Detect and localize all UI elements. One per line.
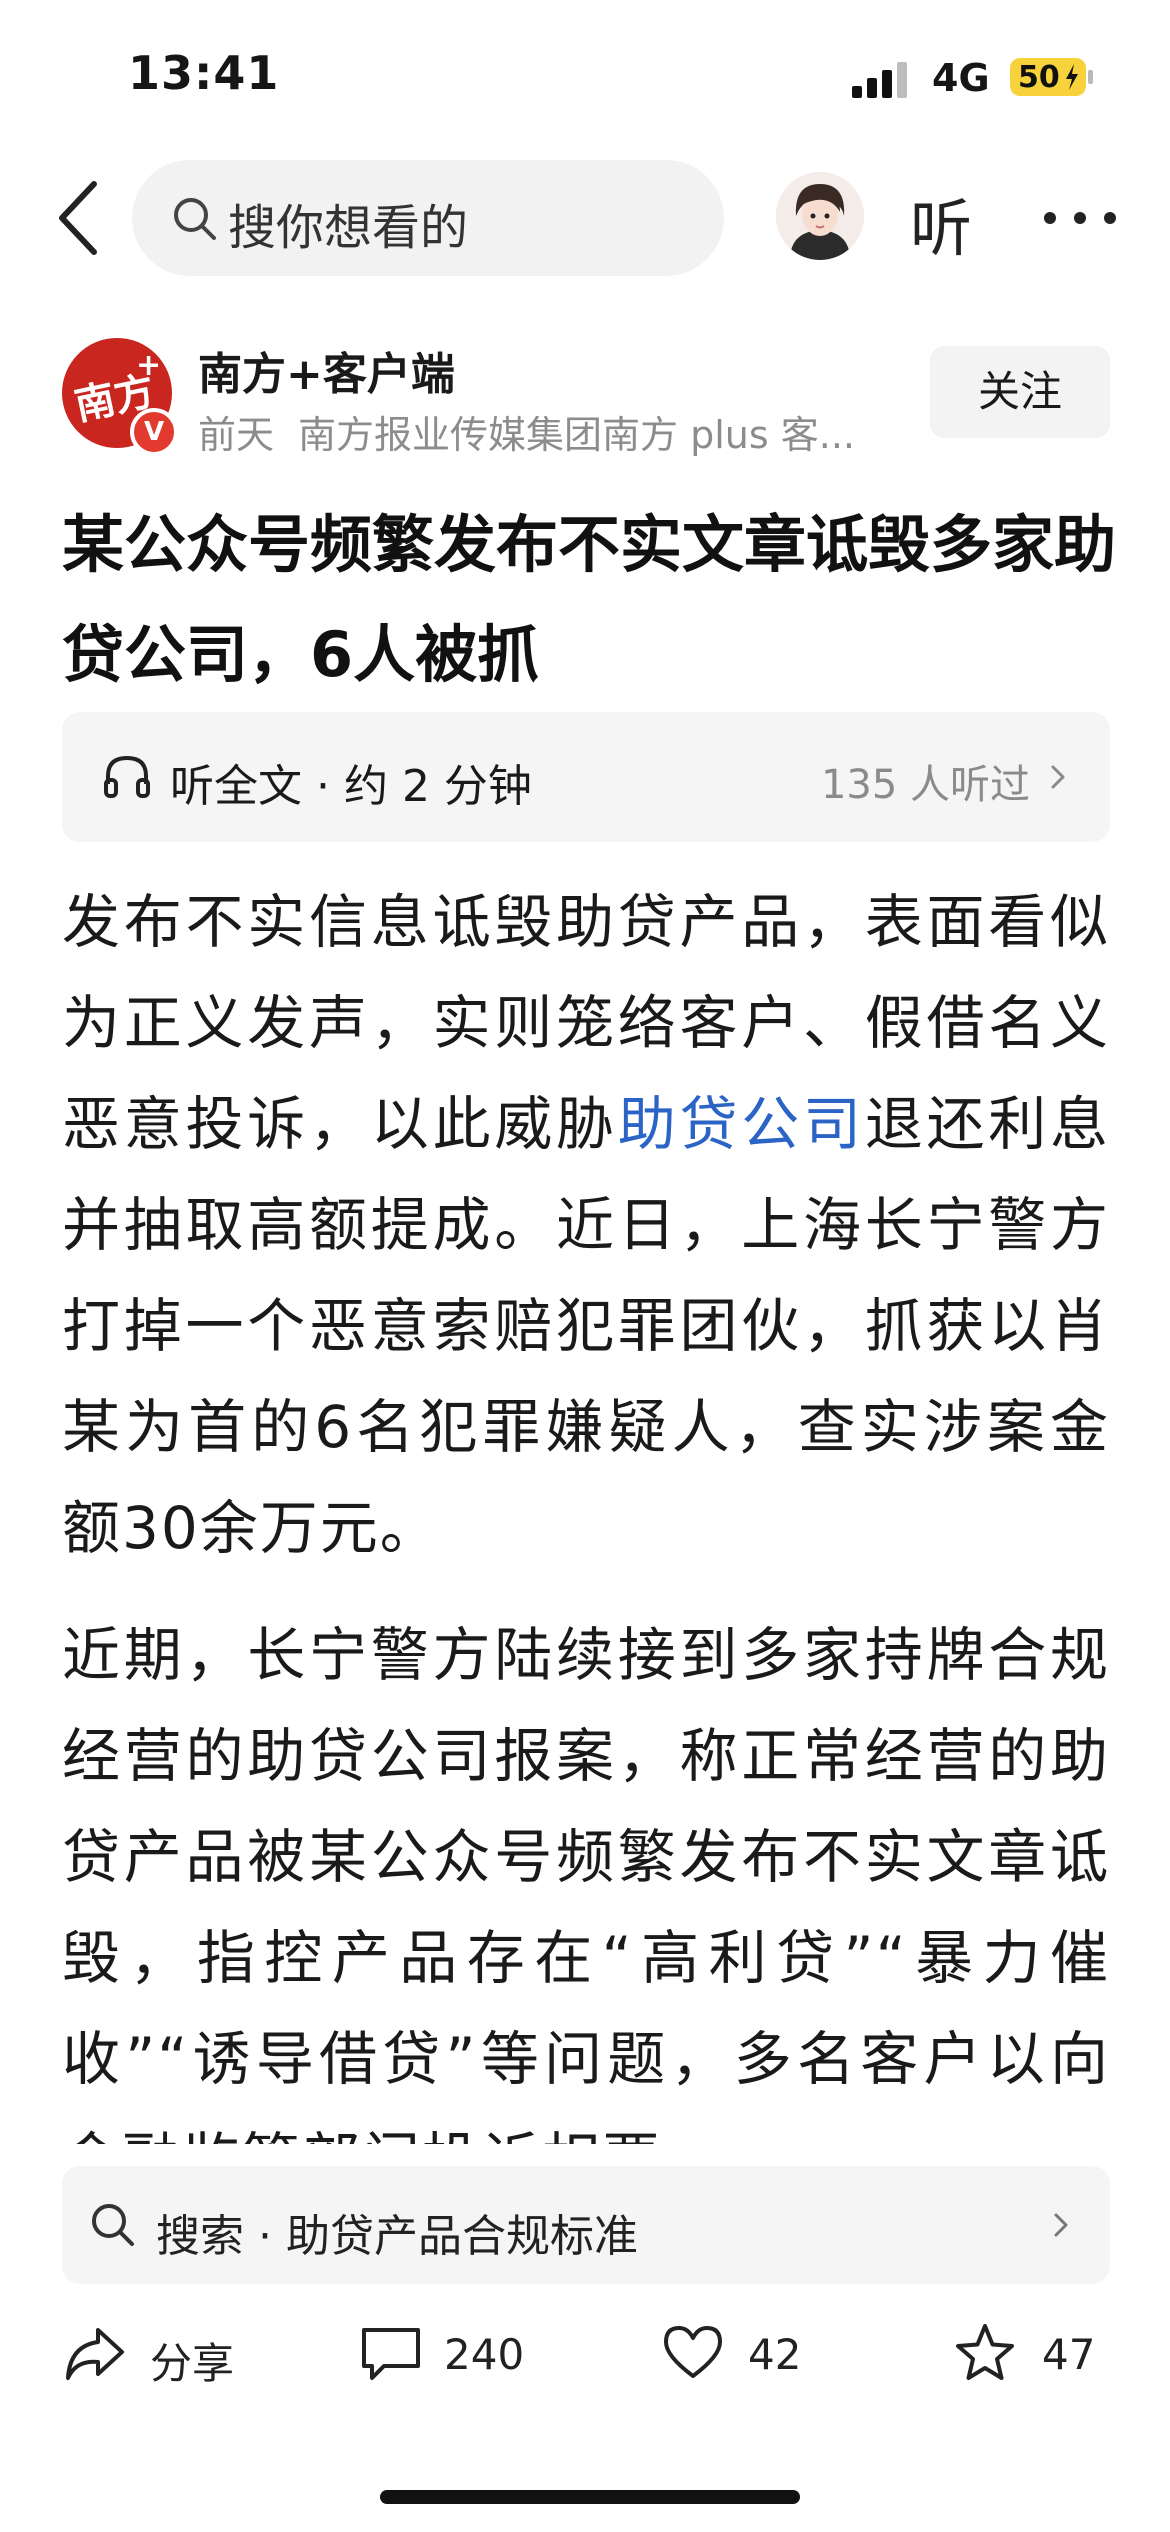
chevron-right-icon <box>1051 765 1065 789</box>
network-type: 4G <box>932 56 990 100</box>
like-count: 42 <box>748 2330 802 2379</box>
comment-button[interactable]: 240 <box>358 2316 558 2396</box>
share-label: 分享 <box>150 2339 235 2388</box>
battery-tip <box>1088 70 1093 84</box>
comment-icon <box>362 2328 420 2380</box>
search-input[interactable]: 搜你想看的 <box>132 160 724 276</box>
home-indicator[interactable] <box>380 2490 800 2504</box>
logo-plus: + <box>136 348 162 383</box>
search-suggestion[interactable]: 搜索 · 助贷产品合规标准 <box>62 2166 1110 2284</box>
author-source: 南方报业传媒集团南方 plus 客... <box>298 413 855 457</box>
paragraph: 近期，长宁警方陆续接到多家持牌合规经营的助贷公司报案，称正常经营的助贷产品被某公… <box>62 1621 1110 2144</box>
verified-badge-icon: V <box>130 408 178 456</box>
favorite-button[interactable]: 47 <box>952 2316 1112 2396</box>
listen-full-text-banner[interactable]: 听全文 · 约 2 分钟 135 人听过 <box>62 712 1110 842</box>
signal-icon <box>852 62 910 98</box>
chevron-right-icon <box>1054 2213 1068 2237</box>
paragraph: 发布不实信息诋毁助贷产品，表面看似为正义发声，实则笼络客户、假借名义恶意投诉，以… <box>62 872 1110 1579</box>
avatar-portrait-icon <box>776 172 864 260</box>
comment-count: 240 <box>444 2330 525 2379</box>
status-time: 13:41 <box>128 46 280 100</box>
author-meta: 前天 南方报业传媒集团南方 plus 客... <box>198 404 898 459</box>
listen-count: 135 人听过 <box>820 762 1030 808</box>
keyword-link[interactable]: 助贷公司 <box>618 1090 865 1158</box>
follow-button[interactable]: 关注 <box>930 346 1110 438</box>
more-icon[interactable] <box>1040 206 1124 230</box>
like-button[interactable]: 42 <box>660 2316 820 2396</box>
star-icon <box>956 2324 1014 2380</box>
headphone-icon <box>104 755 150 798</box>
assistant-avatar[interactable] <box>776 172 864 260</box>
publish-time: 前天 <box>198 413 275 457</box>
listen-label: 听全文 · 约 2 分钟 <box>170 761 532 812</box>
charging-icon <box>1066 64 1078 90</box>
suggestion-text: 搜索 · 助贷产品合规标准 <box>156 2211 638 2262</box>
author-name[interactable]: 南方+客户端 <box>198 338 455 402</box>
listen-button[interactable]: 听 <box>910 178 972 268</box>
search-icon <box>92 2204 134 2246</box>
chevron-left-icon <box>59 181 97 255</box>
article-title: 某公众号频繁发布不实文章诋毁多家助贷公司，6人被抓 <box>62 508 1117 691</box>
favorite-count: 47 <box>1042 2330 1096 2379</box>
battery-level: 50 <box>1018 60 1060 95</box>
heart-icon <box>664 2326 722 2378</box>
share-button[interactable]: 分享 <box>62 2316 262 2396</box>
back-button[interactable] <box>50 178 110 258</box>
status-bar: 13:41 4G 50 <box>0 0 1170 150</box>
search-placeholder: 搜你想看的 <box>228 200 469 256</box>
battery-icon: 50 <box>1010 58 1086 96</box>
article-body: 发布不实信息诋毁助贷产品，表面看似为正义发声，实则笼络客户、假借名义恶意投诉，以… <box>62 872 1110 2144</box>
search-icon <box>174 198 216 240</box>
paragraph-text: 退还利息并抽取高额提成。近日，上海长宁警方打掉一个恶意索赔犯罪团伙，抓获以肖某为… <box>62 1090 1110 1562</box>
share-icon <box>66 2328 124 2380</box>
